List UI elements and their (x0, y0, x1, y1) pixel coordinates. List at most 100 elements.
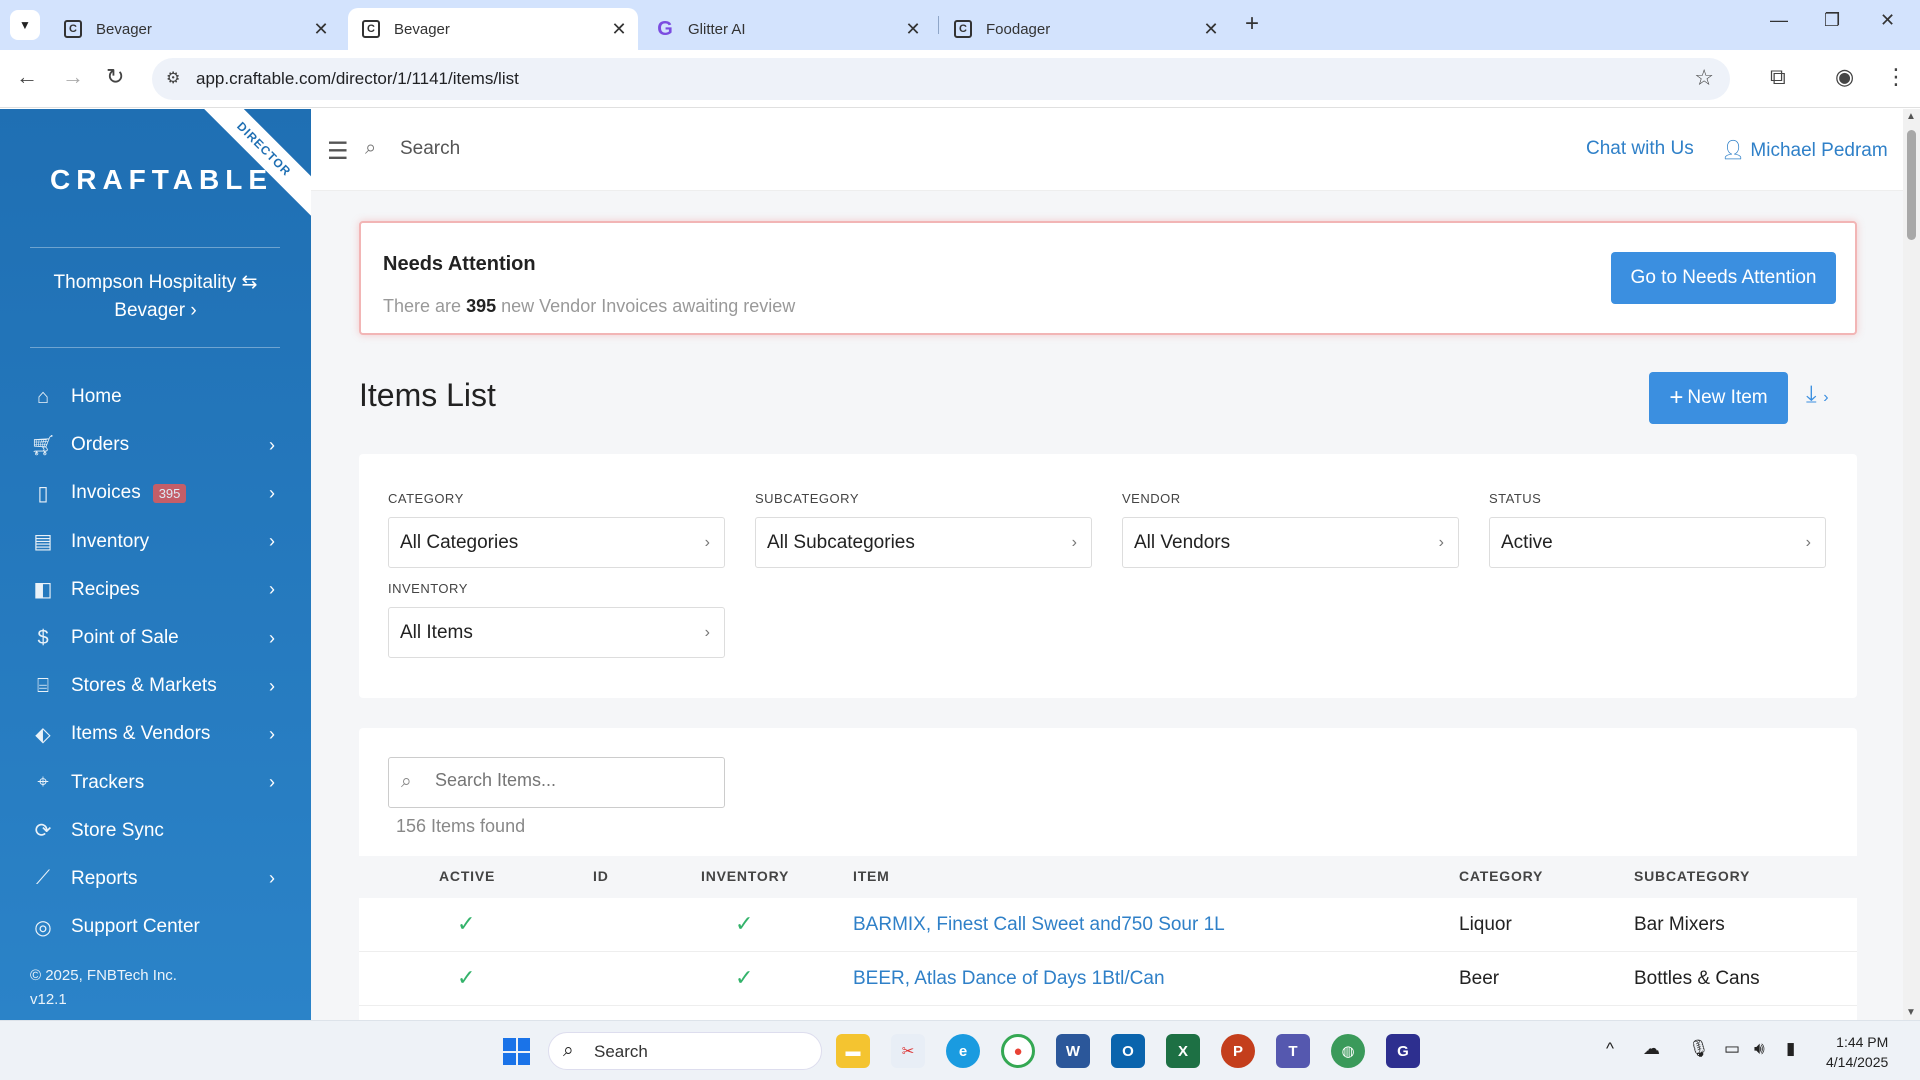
sidebar-item-recipes[interactable]: ◧ Recipes › (0, 566, 311, 614)
battery-icon[interactable]: ▮ (1786, 1039, 1795, 1059)
sidebar-item-trackers[interactable]: ⌖ Trackers › (0, 759, 311, 807)
browser-menu-icon[interactable]: ⋮ (1885, 64, 1907, 90)
status-select[interactable]: Active › (1489, 517, 1826, 568)
globe-app-icon[interactable]: ◍ (1331, 1034, 1365, 1068)
org-name: Thompson Hospitality (53, 272, 237, 293)
sidebar-item-reports[interactable]: ⟋ Reports › (0, 855, 311, 903)
profile-icon[interactable]: ◉ (1835, 64, 1854, 90)
glitter-app-icon[interactable]: G (1386, 1034, 1420, 1068)
close-tab-icon[interactable]: ✕ (608, 19, 630, 40)
sidebar-item-store-sync[interactable]: ⟳ Store Sync (0, 807, 311, 855)
search-icon: ⌕ (401, 771, 412, 792)
window-close-icon[interactable]: ✕ (1880, 10, 1895, 31)
attention-text-before: There are (383, 296, 462, 316)
column-header-item[interactable]: ITEM (853, 868, 890, 884)
onedrive-icon[interactable]: ☁ (1643, 1039, 1660, 1059)
extensions-icon[interactable]: ⧉ (1770, 64, 1786, 90)
chat-with-us-link[interactable]: Chat with Us (1586, 138, 1694, 160)
taskbar-clock[interactable]: 1:44 PM 4/14/2025 (1826, 1032, 1888, 1072)
excel-icon[interactable]: X (1166, 1034, 1200, 1068)
item-name-link[interactable]: BEER, Atlas Dance of Days 1Btl/Can (853, 968, 1165, 990)
column-header-category[interactable]: CATEGORY (1459, 868, 1543, 884)
sidebar-nav: ⌂ Home 🛒︎ Orders › ▯ Invoices 395 › ▤ Inventory… (0, 373, 311, 951)
subcategory-select[interactable]: All Subcategories › (755, 517, 1092, 568)
sidebar-item-stores-markets[interactable]: ⌸ Stores & Markets › (0, 662, 311, 710)
go-to-needs-attention-button[interactable]: Go to Needs Attention (1611, 252, 1836, 304)
column-header-subcategory[interactable]: SUBCATEGORY (1634, 868, 1750, 884)
scroll-up-icon[interactable]: ▲ (1906, 111, 1916, 122)
column-header-id[interactable]: ID (593, 868, 609, 884)
sidebar: DIRECTOR CRAFTABLE Thompson Hospitality … (0, 109, 311, 1020)
tray-overflow-chevron-icon[interactable]: ^ (1606, 1039, 1614, 1059)
category-select[interactable]: All Categories › (388, 517, 725, 568)
item-name-link[interactable]: BARMIX, Finest Call Sweet and750 Sour 1L (853, 914, 1225, 936)
user-menu[interactable]: 👤︎ Michael Pedram (1721, 138, 1888, 162)
teams-icon[interactable]: T (1276, 1034, 1310, 1068)
attention-text-after: new Vendor Invoices awaiting review (501, 296, 796, 316)
word-icon[interactable]: W (1056, 1034, 1090, 1068)
lifebuoy-icon: ◎ (34, 916, 52, 939)
file-explorer-icon[interactable]: ▬ (836, 1034, 870, 1068)
microphone-icon[interactable]: 🎙︎ (1688, 1039, 1710, 1059)
global-search-input[interactable]: Search (400, 138, 460, 160)
minimize-icon[interactable]: — (1770, 10, 1788, 31)
taskbar-search-text: Search (594, 1042, 648, 1061)
sidebar-item-inventory[interactable]: ▤ Inventory › (0, 518, 311, 566)
site-info-icon[interactable]: ⚙ (166, 68, 180, 88)
table-row[interactable]: ✓ ✓ BEER, Atlas Dance of Days 1Btl/Can B… (359, 952, 1857, 1006)
sidebar-item-label: Support Center (71, 916, 200, 938)
restore-icon[interactable]: ❐ (1824, 10, 1840, 31)
scroll-down-icon[interactable]: ▼ (1906, 1007, 1916, 1018)
reload-icon[interactable]: ↻ (106, 64, 124, 90)
network-icon[interactable]: ▭ (1724, 1039, 1740, 1059)
needs-attention-card: Needs Attention There are 395 new Vendor… (359, 221, 1857, 335)
scrollbar-thumb[interactable] (1907, 130, 1916, 240)
url-text[interactable]: app.craftable.com/director/1/1141/items/… (196, 69, 519, 89)
hamburger-menu-icon[interactable]: ☰ (327, 137, 349, 166)
new-item-button[interactable]: + New Item (1649, 372, 1788, 424)
inventory-select[interactable]: All Items › (388, 607, 725, 658)
forward-icon[interactable]: → (62, 64, 84, 90)
back-icon[interactable]: ← (16, 64, 38, 90)
sidebar-item-invoices[interactable]: ▯ Invoices 395 › (0, 469, 311, 517)
edge-icon[interactable]: e (946, 1034, 980, 1068)
close-tab-icon[interactable]: ✕ (1200, 19, 1222, 40)
sidebar-item-label: Orders (71, 434, 130, 456)
close-tab-icon[interactable]: ✕ (310, 19, 332, 40)
sidebar-item-support-center[interactable]: ◎ Support Center (0, 903, 311, 951)
browser-tab-active[interactable]: C Bevager ✕ (348, 8, 638, 50)
sidebar-item-point-of-sale[interactable]: $ Point of Sale › (0, 614, 311, 662)
volume-icon[interactable]: 🔊︎ (1754, 1039, 1765, 1059)
column-header-inventory[interactable]: INVENTORY (701, 868, 789, 884)
windows-start-icon[interactable] (503, 1038, 530, 1065)
switch-arrows-icon[interactable]: ⇆ (242, 272, 258, 293)
page-scrollbar[interactable]: ▲ ▼ (1903, 109, 1920, 1020)
browser-tab-1[interactable]: C Bevager ✕ (50, 8, 340, 50)
close-tab-icon[interactable]: ✕ (902, 19, 924, 40)
vendor-select[interactable]: All Vendors › (1122, 517, 1459, 568)
sidebar-item-label: Items & Vendors (71, 723, 211, 745)
tab-separator (938, 16, 939, 34)
bookmark-star-icon[interactable]: ☆ (1694, 65, 1714, 91)
browser-tab-3[interactable]: G Glitter AI ✕ (642, 8, 932, 50)
cart-icon: 🛒︎ (30, 434, 56, 457)
outlook-icon[interactable]: O (1111, 1034, 1145, 1068)
column-header-active[interactable]: ACTIVE (439, 868, 495, 884)
tab-search-menu[interactable]: ▼ (10, 10, 40, 40)
sidebar-item-home[interactable]: ⌂ Home (0, 373, 311, 421)
craftable-logo[interactable]: CRAFTABLE (50, 164, 273, 196)
sidebar-item-orders[interactable]: 🛒︎ Orders › (0, 421, 311, 469)
search-items-input[interactable] (435, 770, 705, 791)
powerpoint-icon[interactable]: P (1221, 1034, 1255, 1068)
chrome-icon[interactable]: ● (1001, 1034, 1035, 1068)
taskbar-search[interactable]: ⌕ Search (548, 1032, 822, 1070)
browser-tab-4[interactable]: C Foodager ✕ (940, 8, 1230, 50)
download-icon[interactable]: ⤓ › (1806, 381, 1829, 409)
sidebar-item-items-vendors[interactable]: ⬖ Items & Vendors › (0, 710, 311, 758)
table-row[interactable]: ✓ ✓ BARMIX, Finest Call Sweet and750 Sou… (359, 898, 1857, 952)
new-tab-icon[interactable]: + (1245, 10, 1259, 38)
address-bar[interactable]: ⚙ app.craftable.com/director/1/1141/item… (152, 58, 1730, 100)
org-switcher[interactable]: Thompson Hospitality ⇆ Bevager › (0, 269, 311, 325)
snipping-tool-icon[interactable]: ✂ (891, 1034, 925, 1068)
search-items-field[interactable]: ⌕ (388, 757, 725, 808)
